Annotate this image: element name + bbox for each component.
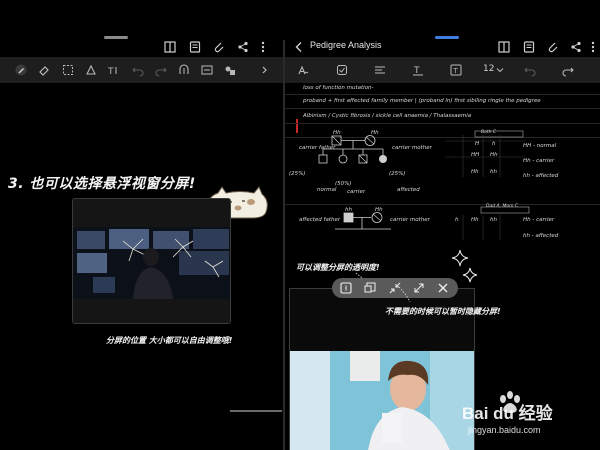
checkbox-icon[interactable] bbox=[335, 63, 349, 77]
punnett-h-col: h bbox=[492, 141, 496, 147]
rule-line bbox=[285, 108, 600, 109]
box-label-dad-a-mom-c: Dad A, Mom C bbox=[486, 204, 519, 209]
tutorial-heading: 3. 也可以选择悬浮视窗分屏! bbox=[8, 176, 196, 192]
more-icon[interactable] bbox=[586, 40, 600, 54]
book-icon[interactable] bbox=[163, 40, 177, 54]
punnett-Hh-cell: Hh bbox=[490, 152, 498, 158]
carrier-mother-label: carrier mother bbox=[392, 145, 432, 151]
ratio-50: (50%) bbox=[335, 181, 352, 187]
attach-icon[interactable] bbox=[212, 40, 226, 54]
text-color-icon[interactable]: T bbox=[411, 63, 425, 77]
punnett-HH-cell: HH bbox=[471, 152, 480, 158]
left-toolbar: T bbox=[0, 57, 283, 83]
pedigree-diagram-1 bbox=[318, 130, 525, 177]
share-icon[interactable] bbox=[569, 40, 583, 54]
carrier-father-label: carrier father bbox=[299, 145, 336, 151]
hh-father-2: hh bbox=[345, 207, 352, 213]
book-icon[interactable] bbox=[497, 40, 511, 54]
float-control-bar bbox=[332, 278, 458, 298]
note-icon[interactable] bbox=[188, 40, 202, 54]
redo-icon[interactable] bbox=[561, 63, 575, 77]
svg-text:T: T bbox=[453, 67, 459, 75]
genotype2-Hh-carrier: Hh - carrier bbox=[523, 217, 555, 223]
ratio-25-a: (25%) bbox=[289, 171, 306, 177]
expand-icon[interactable] bbox=[258, 63, 272, 77]
pen-icon[interactable] bbox=[14, 63, 28, 77]
back-chevron-icon[interactable] bbox=[292, 40, 306, 54]
floating-video-window[interactable] bbox=[72, 198, 231, 324]
genotype2-hh-affected: hh - affected bbox=[523, 233, 559, 239]
rule-line bbox=[285, 94, 600, 95]
grip-icon[interactable] bbox=[177, 63, 191, 77]
handwritten-notes: loss of function mutation- proband + fir… bbox=[285, 83, 600, 240]
right-window-handle[interactable] bbox=[435, 36, 459, 39]
watermark-url: jingyan.baidu.com bbox=[468, 425, 541, 435]
highlighter-icon[interactable] bbox=[296, 63, 310, 77]
float-window-caption: 分屏的位置 大小都可以自由调整哦! bbox=[106, 336, 233, 345]
punnett2-hh: hh bbox=[490, 217, 497, 223]
affected-father-label: affected father bbox=[299, 217, 341, 223]
note-line-3: Albinism / Cystic fibrosis / sickle cell… bbox=[303, 113, 472, 119]
text-box-icon[interactable]: T bbox=[449, 63, 463, 77]
watermark-brand: Bai du 经验 bbox=[462, 404, 553, 423]
note-title: Pedigree Analysis bbox=[310, 40, 382, 50]
genotype-HH-normal: HH - normal bbox=[523, 143, 557, 149]
note-icon[interactable] bbox=[522, 40, 536, 54]
attach-icon[interactable] bbox=[546, 40, 560, 54]
font-size-dropdown-icon[interactable] bbox=[493, 63, 507, 77]
Hh-mother-2: Hh bbox=[375, 207, 383, 213]
redo-icon[interactable] bbox=[154, 63, 168, 77]
minimize-icon[interactable] bbox=[363, 281, 377, 295]
text-icon[interactable]: T bbox=[107, 63, 121, 77]
hide-annotation: 不需要的时候可以暂时隐藏分屏! bbox=[385, 307, 501, 316]
annotation-arrow-icon-2 bbox=[398, 286, 411, 303]
shape-icon[interactable] bbox=[84, 63, 98, 77]
format-icon[interactable] bbox=[373, 63, 387, 77]
genotype-Hh-carrier: Hh - carrier bbox=[523, 158, 555, 164]
opacity-icon[interactable] bbox=[339, 281, 353, 295]
svg-text:T: T bbox=[107, 67, 114, 77]
left-window-handle[interactable] bbox=[104, 36, 128, 39]
carrier-label: carrier bbox=[347, 189, 366, 195]
undo-icon[interactable] bbox=[523, 63, 537, 77]
hh-mother: Hh bbox=[371, 130, 379, 136]
normal-label: normal bbox=[317, 187, 337, 193]
affected-label: affected bbox=[397, 187, 420, 193]
punnett-H-col: H bbox=[475, 141, 480, 147]
box-label-both-c: Both C bbox=[481, 130, 497, 135]
note-line-1: loss of function mutation- bbox=[303, 85, 374, 91]
rule-line bbox=[285, 123, 600, 124]
genotype-hh-affected: hh - affected bbox=[523, 173, 559, 179]
punnett2-h: h bbox=[455, 217, 459, 223]
ratio-25-b: (25%) bbox=[389, 171, 406, 177]
sticker-icon[interactable] bbox=[223, 63, 237, 77]
punnett-hh-cell: hh bbox=[490, 169, 497, 175]
lasso-icon[interactable] bbox=[61, 63, 75, 77]
carrier-mother-label-2: carrier mother bbox=[390, 217, 430, 223]
punnett2-Hh: Hh bbox=[471, 217, 479, 223]
note-line-2: proband + first affected family member |… bbox=[303, 98, 541, 104]
close-icon[interactable] bbox=[436, 281, 450, 295]
more-icon[interactable] bbox=[256, 40, 270, 54]
punnett-Hh-cell-2: Hh bbox=[471, 169, 479, 175]
bottom-edge-line bbox=[230, 410, 282, 412]
right-toolbar: T T 12 bbox=[285, 57, 600, 83]
baidu-watermark: Bai du 经验 jingyan.baidu.com bbox=[462, 385, 598, 445]
video-frame-image bbox=[73, 199, 230, 323]
eraser-icon[interactable] bbox=[37, 63, 51, 77]
undo-icon[interactable] bbox=[131, 63, 145, 77]
image-icon[interactable] bbox=[200, 63, 214, 77]
share-icon[interactable] bbox=[236, 40, 250, 54]
hh-father: Hh bbox=[333, 130, 341, 136]
